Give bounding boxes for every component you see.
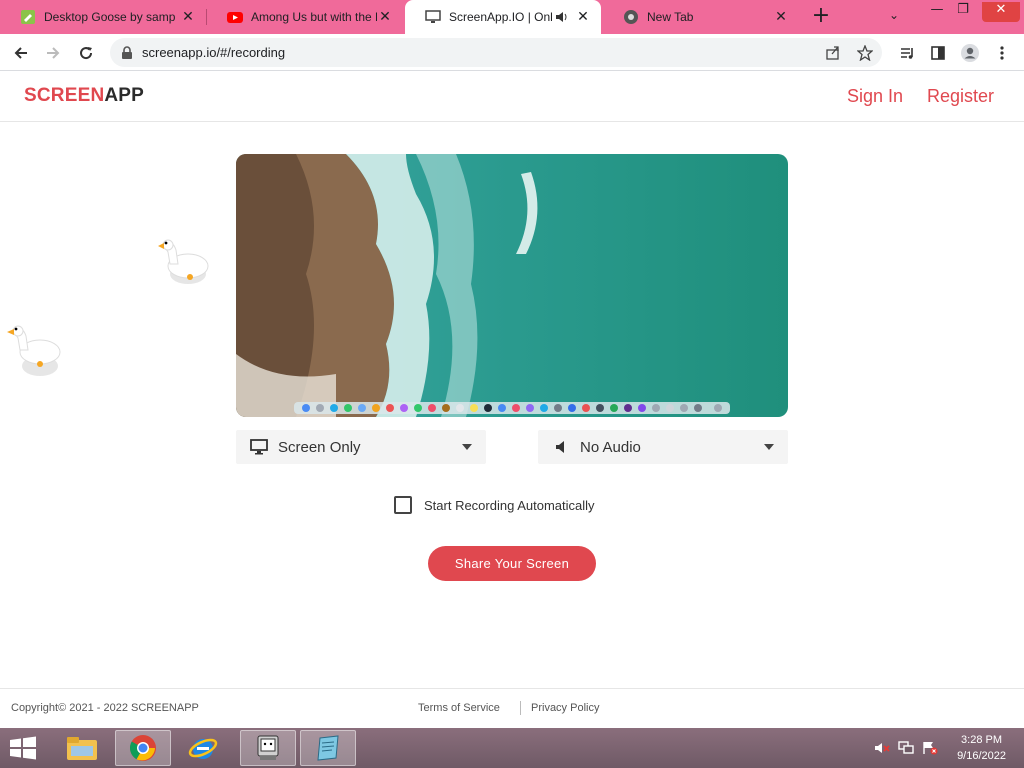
side-panel-icon (931, 46, 945, 60)
clock-date: 9/16/2022 (957, 750, 1006, 762)
chrome-icon[interactable] (115, 730, 171, 766)
tab-among-us[interactable]: Among Us but with the D ✕ (207, 0, 403, 34)
privacy-policy-link[interactable]: Privacy Policy (531, 702, 599, 714)
forward-button[interactable] (40, 40, 66, 66)
desktop-wallpaper-preview (236, 154, 788, 417)
internet-explorer-icon[interactable] (175, 730, 231, 766)
url-text: screenapp.io/#/recording (142, 45, 286, 60)
logo-part-screen: SCREEN (24, 85, 105, 106)
share-your-screen-button[interactable]: Share Your Screen (428, 546, 596, 581)
bookmark-star-icon[interactable] (856, 44, 874, 62)
tab-close-button[interactable]: ✕ (773, 9, 789, 25)
restore-button[interactable]: ❐ (948, 2, 978, 22)
kebab-menu-icon (1000, 46, 1004, 60)
clock-time: 3:28 PM (961, 734, 1003, 746)
browser-tab-strip: Desktop Goose by samp ✕ Among Us but wit… (0, 0, 1024, 34)
video-source-value: Screen Only (278, 438, 361, 456)
profile-button[interactable] (957, 40, 983, 66)
video-source-select[interactable]: Screen Only (236, 430, 486, 464)
media-control-button[interactable] (894, 40, 920, 66)
back-button[interactable] (8, 40, 34, 66)
auto-start-checkbox[interactable] (394, 496, 412, 514)
goose-doc-icon (20, 9, 36, 25)
notepad-icon[interactable] (300, 730, 356, 766)
tab-title: Desktop Goose by samp (44, 10, 176, 24)
screen-preview (236, 154, 788, 417)
screenapp-logo[interactable]: SCREENAPP (24, 85, 144, 107)
windows-start-icon[interactable] (8, 736, 38, 764)
goose-app-icon[interactable] (240, 730, 296, 766)
tab-close-button[interactable]: ✕ (180, 9, 196, 25)
tab-close-button[interactable]: ✕ (377, 9, 393, 25)
file-explorer-icon[interactable] (54, 730, 110, 766)
desktop-goose (7, 325, 61, 376)
tab-new-tab[interactable]: New Tab ✕ (603, 0, 799, 34)
lock-icon[interactable] (118, 44, 136, 62)
auto-start-option: Start Recording Automatically (394, 496, 595, 514)
new-tab-button[interactable]: + (808, 4, 834, 30)
terms-of-service-link[interactable]: Terms of Service (418, 702, 500, 714)
audio-source-value: No Audio (580, 438, 641, 456)
reload-icon (80, 47, 93, 60)
chevron-down-icon (764, 444, 774, 450)
youtube-icon (227, 9, 243, 25)
copyright-text: Copyright© 2021 - 2022 SCREENAPP (11, 702, 199, 714)
site-header: SCREENAPP Sign In Register (0, 71, 1024, 122)
site-footer: Copyright© 2021 - 2022 SCREENAPP Terms o… (0, 688, 1024, 728)
chrome-icon (623, 9, 639, 25)
network-icon[interactable] (898, 741, 914, 755)
volume-muted-icon[interactable] (874, 741, 890, 755)
action-center-icon[interactable] (922, 741, 938, 755)
tab-close-button[interactable]: ✕ (575, 9, 591, 25)
tab-title: Among Us but with the D (251, 10, 377, 24)
register-link[interactable]: Register (927, 86, 994, 107)
playlist-icon (901, 48, 913, 59)
browser-toolbar: screenapp.io/#/recording (0, 34, 1024, 71)
tab-title: ScreenApp.IO | Onlin (449, 10, 553, 24)
close-window-button[interactable]: ✕ (982, 2, 1020, 22)
share-icon[interactable] (824, 44, 842, 62)
monitor-icon (425, 9, 441, 25)
monitor-icon (250, 439, 268, 455)
tab-desktop-goose[interactable]: Desktop Goose by samp ✕ (0, 0, 206, 34)
desktop-goose (158, 239, 209, 284)
menu-button[interactable] (989, 40, 1015, 66)
tab-title: New Tab (647, 10, 694, 24)
reload-button[interactable] (73, 40, 99, 66)
sign-in-link[interactable]: Sign In (847, 86, 903, 107)
tab-search-button[interactable]: ⌄ (889, 8, 899, 22)
chevron-down-icon (462, 444, 472, 450)
speaker-icon (556, 441, 566, 453)
address-bar[interactable]: screenapp.io/#/recording (110, 38, 882, 67)
windows-taskbar: 3:28 PM 9/16/2022 (0, 728, 1024, 768)
speaker-icon[interactable] (553, 9, 569, 25)
arrow-left-icon (14, 47, 27, 59)
system-clock[interactable]: 3:28 PM 9/16/2022 (957, 732, 1006, 764)
arrow-right-icon (47, 47, 60, 59)
logo-part-app: APP (104, 85, 145, 106)
side-panel-button[interactable] (925, 40, 951, 66)
auto-start-label[interactable]: Start Recording Automatically (424, 498, 595, 513)
audio-source-select[interactable]: No Audio (538, 430, 788, 464)
footer-divider (520, 701, 521, 715)
tab-screenapp[interactable]: ScreenApp.IO | Onlin ✕ (405, 0, 601, 34)
avatar-icon (961, 44, 979, 62)
